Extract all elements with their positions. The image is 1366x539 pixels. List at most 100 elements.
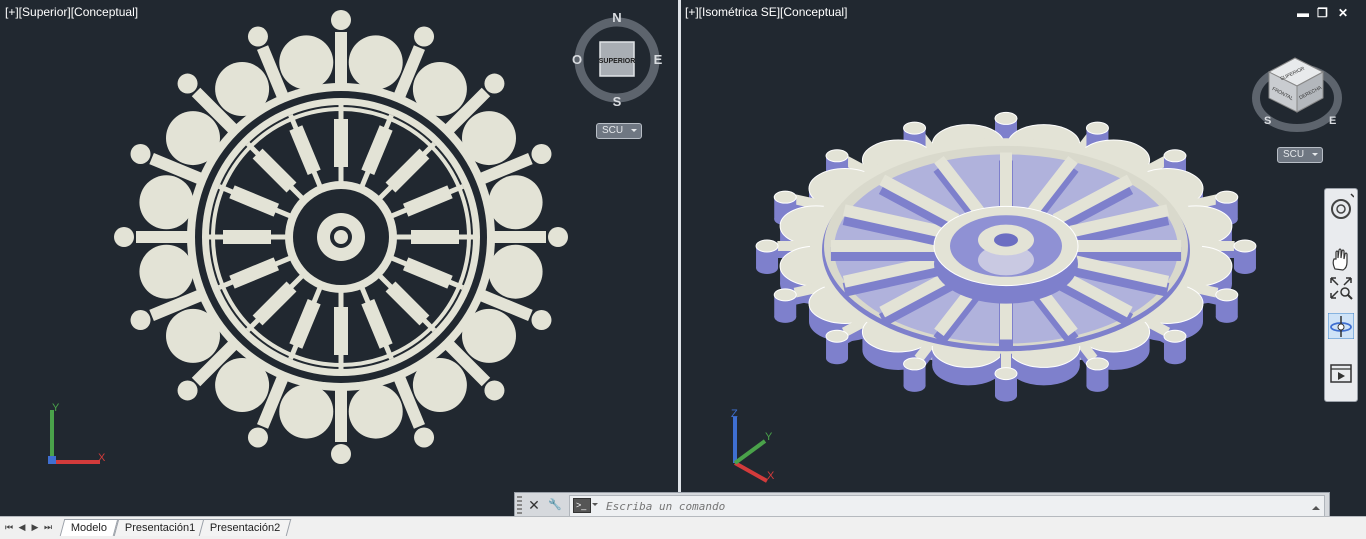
viewport-isometric[interactable]: [+][Isométrica SE][Conceptual] ▬ ❐ ✕ SUP… xyxy=(681,0,1366,516)
rim-pad xyxy=(139,175,194,230)
rim-pad xyxy=(348,35,403,90)
command-input[interactable] xyxy=(604,497,1308,515)
knob-top xyxy=(1215,190,1239,204)
command-input-container[interactable]: >_ xyxy=(569,495,1325,517)
axis-label-x: X xyxy=(98,452,106,464)
viewcube-isometric[interactable]: SUPERIOR FRONTAL DERECHA S E xyxy=(1249,50,1349,140)
handle-knob xyxy=(484,380,505,401)
knob-top xyxy=(1085,357,1109,371)
rim-pad xyxy=(279,384,334,439)
rim-pad xyxy=(279,35,334,90)
handle-knob xyxy=(484,73,505,94)
handle-knob xyxy=(331,10,351,30)
handle-knob xyxy=(177,73,198,94)
knob-top xyxy=(994,367,1018,381)
knob-bottom xyxy=(1163,352,1186,365)
viewcube-face-superior[interactable]: SUPERIOR xyxy=(599,58,636,65)
viewcube-compass-top[interactable]: SUPERIOR N S E O xyxy=(570,10,666,110)
tab-presentacion1[interactable]: Presentación1 xyxy=(113,519,207,536)
wheel-iso-group xyxy=(755,111,1257,402)
close-command-line-button[interactable]: ✕ xyxy=(525,496,543,514)
command-history-up-icon[interactable] xyxy=(1312,502,1320,510)
knob-bottom xyxy=(1215,310,1238,323)
knob-top xyxy=(825,149,849,163)
handle-knob xyxy=(130,310,151,331)
minimize-viewport-button[interactable]: ▬ xyxy=(1297,6,1309,20)
rim-pad xyxy=(139,244,194,299)
knob-top xyxy=(825,329,849,343)
handle-knob xyxy=(177,380,198,401)
handle-knob xyxy=(130,143,151,164)
knob-top xyxy=(1233,239,1257,253)
compass-south[interactable]: S xyxy=(613,94,622,109)
knob-top xyxy=(1085,121,1109,135)
close-viewport-button[interactable]: ✕ xyxy=(1338,6,1348,20)
drag-handle[interactable] xyxy=(517,496,522,514)
steering-wheel-icon[interactable] xyxy=(1328,193,1354,219)
last-tab-icon[interactable]: ⏭ xyxy=(43,521,53,533)
next-tab-icon[interactable]: ▶ xyxy=(30,521,40,533)
knob-bottom xyxy=(903,379,926,392)
knob-top xyxy=(755,239,779,253)
orbit-icon[interactable] xyxy=(1328,313,1354,339)
tab-modelo[interactable]: Modelo xyxy=(59,519,119,536)
knob-top xyxy=(1163,149,1187,163)
showmotion-icon[interactable] xyxy=(1328,361,1354,387)
command-line-bar: ✕ 🔧 >_ xyxy=(514,492,1330,518)
ucs-icon-top: Y X xyxy=(48,402,106,464)
previous-tab-icon[interactable]: ◀ xyxy=(17,521,27,533)
first-tab-icon[interactable]: ⏮ xyxy=(4,521,14,533)
tab-presentacion2[interactable]: Presentación2 xyxy=(198,519,292,536)
compass-east[interactable]: E xyxy=(654,52,663,67)
hub-hole xyxy=(994,233,1018,247)
zoom-extents-icon[interactable] xyxy=(1328,275,1354,301)
knob-bottom xyxy=(1233,262,1256,274)
restore-viewport-button[interactable]: ❐ xyxy=(1317,6,1328,20)
layout-tab-bar: ⏮ ◀ ▶ ⏭ Modelo Presentación1 Presentació… xyxy=(0,516,1366,539)
axis-label-y-iso: Y xyxy=(765,431,773,443)
knob-top xyxy=(773,190,797,204)
knob-top xyxy=(1215,288,1239,302)
recent-commands-dropdown-icon[interactable] xyxy=(592,503,598,509)
compass-west[interactable]: O xyxy=(572,52,582,67)
viewport-label-isometric[interactable]: [+][Isométrica SE][Conceptual] xyxy=(685,5,847,19)
handle-knob xyxy=(247,427,268,448)
handle-knob xyxy=(531,143,552,164)
compass-south-iso[interactable]: S xyxy=(1264,115,1271,127)
knob-bottom xyxy=(826,352,849,365)
handle-knob xyxy=(414,427,435,448)
wheel-top-group xyxy=(114,10,568,464)
axis-label-x-iso: X xyxy=(767,470,775,482)
viewport-top[interactable]: [+][Superior][Conceptual] SUPERIOR N S E… xyxy=(0,0,679,516)
navigation-bar xyxy=(1324,188,1358,402)
viewport-label-top[interactable]: [+][Superior][Conceptual] xyxy=(5,5,138,19)
knob-bottom xyxy=(995,389,1017,402)
knob-bottom xyxy=(756,262,779,274)
rim-pad xyxy=(348,384,403,439)
handle-knob xyxy=(414,26,435,47)
handle-knob xyxy=(548,227,568,247)
rim-pad xyxy=(488,244,543,299)
knob-top xyxy=(903,357,927,371)
ucs-menu-isometric[interactable]: SCU xyxy=(1277,147,1323,163)
compass-east-iso[interactable]: E xyxy=(1329,115,1336,127)
knob-bottom xyxy=(774,310,797,323)
knob-top xyxy=(994,111,1018,125)
handle-knob xyxy=(247,26,268,47)
knob-bottom xyxy=(1086,379,1109,392)
knob-top xyxy=(1163,329,1187,343)
ucs-menu-top[interactable]: SCU xyxy=(596,123,642,139)
recent-commands-icon[interactable]: >_ xyxy=(573,498,591,513)
customize-wrench-icon[interactable]: 🔧 xyxy=(546,496,564,514)
handle-knob xyxy=(331,444,351,464)
knob-top xyxy=(903,121,927,135)
knob-top xyxy=(773,288,797,302)
compass-north[interactable]: N xyxy=(612,10,621,25)
handle-knob xyxy=(531,310,552,331)
axis-label-z: Z xyxy=(731,408,738,420)
pan-hand-icon[interactable] xyxy=(1328,247,1354,273)
ucs-icon-isometric: Z Y X xyxy=(731,408,775,483)
rim-pad xyxy=(488,175,543,230)
handle-knob xyxy=(114,227,134,247)
axis-label-y: Y xyxy=(52,402,60,414)
